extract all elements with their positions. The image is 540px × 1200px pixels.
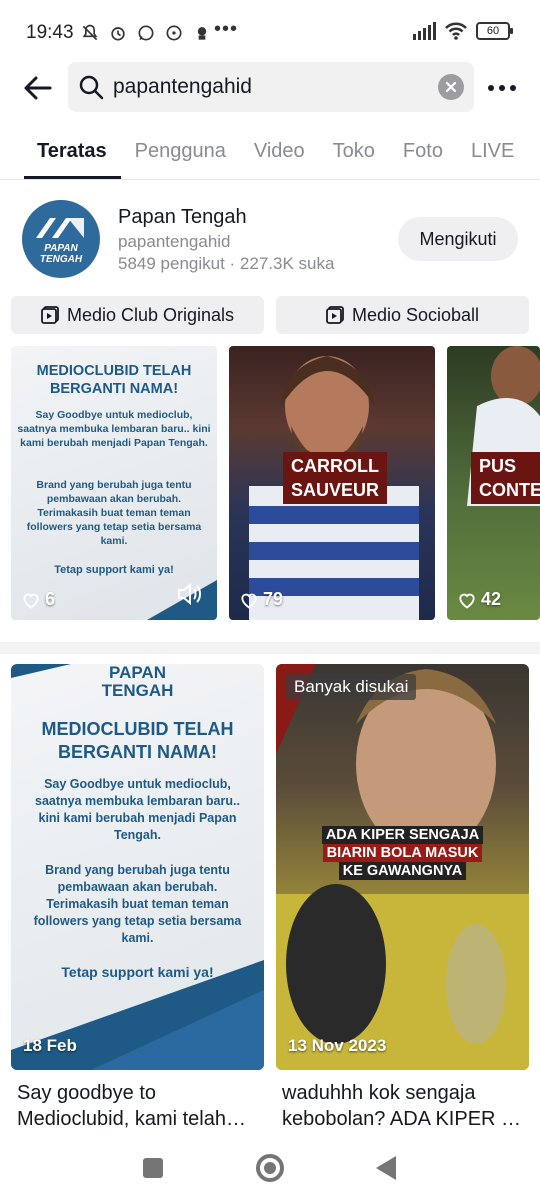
heart-icon	[459, 593, 475, 609]
overlay-text: ADA KIPER SENGAJA BIARIN BOLA MASUK KE G…	[276, 826, 529, 880]
more-options-icon[interactable]	[484, 70, 520, 106]
chat-icon	[166, 25, 182, 41]
clear-search-icon[interactable]	[438, 74, 464, 100]
like-count: 6	[21, 589, 55, 610]
system-icons: 60	[412, 22, 513, 40]
alarm-icon	[111, 27, 125, 41]
notification-icons	[80, 22, 212, 44]
back-arrow-icon[interactable]	[20, 70, 56, 106]
post-date: 18 Feb	[23, 1036, 77, 1055]
mute-icon	[82, 24, 98, 41]
poster-text: Brand yang berubah juga tentu pembawaan …	[26, 479, 202, 547]
poster-logo: PAPAN TENGAH	[101, 664, 174, 700]
video-thumbnail[interactable]: PUS CONTE 42	[447, 346, 540, 620]
playlist-button[interactable]: Medio Club Originals	[11, 296, 264, 334]
section-divider	[0, 642, 540, 654]
avatar-text: PAPAN TENGAH	[39, 243, 83, 265]
tab-foto[interactable]: Foto	[389, 120, 457, 179]
user-name[interactable]: Papan Tengah	[118, 206, 247, 229]
search-input[interactable]: papantengahid	[113, 75, 252, 99]
tab-video[interactable]: Video	[240, 120, 319, 179]
poster-text: Say Goodbye untuk medioclub, saatnya mem…	[17, 409, 211, 449]
status-bar: 19:43 ••• 60	[0, 0, 540, 62]
poster-heading: MEDIOCLUBID TELAH BERGANTI NAMA!	[36, 363, 192, 397]
video-card[interactable]: Banyak disukai ADA KIPER SENGAJA BIARIN …	[276, 664, 529, 1070]
overlay-label: PUS CONTE	[471, 452, 540, 504]
tab-teratas[interactable]: Teratas	[0, 120, 121, 179]
video-card[interactable]: PAPAN TENGAH MEDIOCLUBID TELAH BERGANTI …	[11, 664, 264, 1070]
heart-icon	[241, 593, 257, 609]
heart-icon	[23, 593, 39, 609]
like-count: 42	[457, 589, 501, 610]
volume-icon[interactable]	[177, 582, 203, 606]
playlist-label: Medio Socioball	[351, 304, 480, 325]
poster-text: Say Goodbye untuk medioclub, saatnya mem…	[35, 777, 240, 842]
popular-badge: Banyak disukai	[286, 674, 417, 700]
user-stats: 5849 pengikut · 227.3K suka	[118, 254, 335, 273]
playlist-icon	[41, 306, 59, 324]
tab-pengguna[interactable]: Pengguna	[121, 120, 240, 179]
overlay-label: CARROLL SAUVEUR	[283, 452, 388, 504]
post-date: 13 Nov 2023	[288, 1036, 387, 1055]
poster-text: Brand yang berubah juga tentu pembawaan …	[33, 863, 242, 945]
signal-icon	[413, 22, 436, 40]
video-thumbnail[interactable]: CARROLL SAUVEUR 79	[229, 346, 435, 620]
avatar[interactable]: PAPAN TENGAH	[22, 200, 100, 278]
video-caption[interactable]: waduhhh kok sengaja kebobolan? ADA KIPER…	[282, 1080, 532, 1132]
tab-live[interactable]: LIVE	[457, 120, 528, 179]
search-tabs: Teratas Pengguna Video Toko Foto LIVE	[0, 120, 540, 180]
recent-apps-button[interactable]	[143, 1158, 163, 1178]
more-notifications-icon: •••	[214, 18, 239, 40]
tab-toko[interactable]: Toko	[319, 120, 389, 179]
clock: 19:43	[26, 22, 74, 43]
app-icon	[197, 27, 207, 40]
logo-mark-icon	[36, 218, 84, 238]
video-caption[interactable]: Say goodbye to Medioclubid, kami telah…	[17, 1080, 267, 1132]
wifi-icon	[445, 22, 467, 40]
home-button[interactable]	[256, 1154, 284, 1182]
user-handle: papantengahid	[118, 232, 231, 251]
video-thumbnail[interactable]: MEDIOCLUBID TELAH BERGANTI NAMA! Say Goo…	[11, 346, 217, 620]
like-count: 79	[239, 589, 283, 610]
battery-icon: 60	[476, 22, 513, 40]
playlist-button[interactable]: Medio Socioball	[276, 296, 529, 334]
poster-text: Tetap support kami ya!	[54, 564, 174, 576]
search-bar[interactable]: papantengahid	[68, 62, 474, 112]
whatsapp-icon	[138, 25, 154, 41]
back-button[interactable]	[376, 1156, 396, 1180]
playlist-icon	[326, 306, 344, 324]
search-icon	[79, 75, 104, 100]
poster-heading: MEDIOCLUBID TELAH BERGANTI NAMA!	[41, 719, 234, 762]
following-button[interactable]: Mengikuti	[398, 217, 518, 261]
playlist-label: Medio Club Originals	[66, 304, 235, 325]
